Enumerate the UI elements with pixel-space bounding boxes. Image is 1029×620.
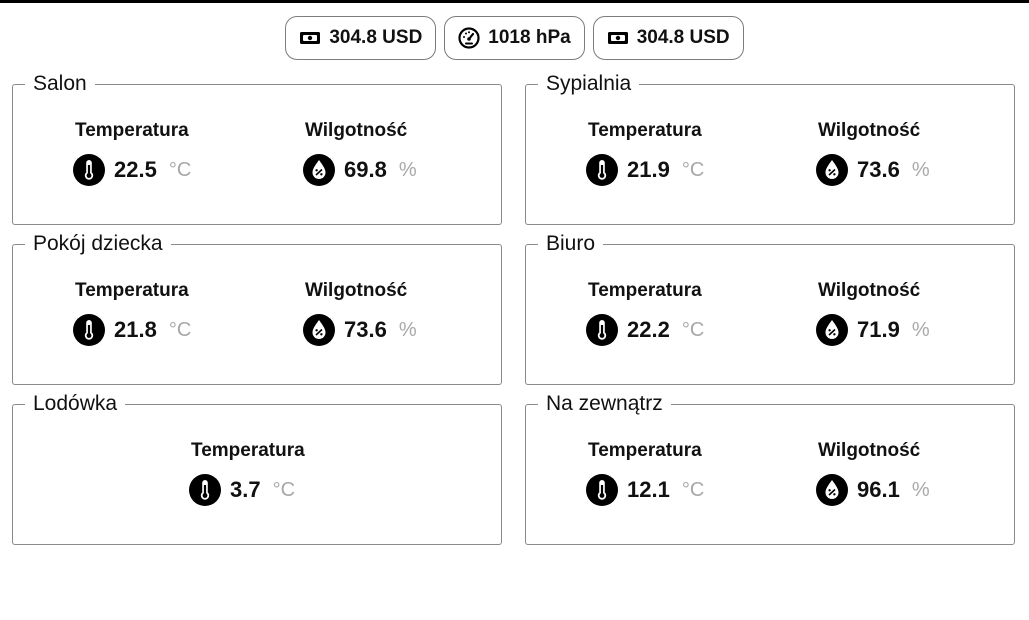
humidity-value: 96.1 [857, 477, 900, 502]
humidity-unit: % [911, 318, 930, 341]
thermometer-icon [585, 313, 619, 347]
temperature-label: Temperatura [191, 440, 305, 461]
temperature-metric: Temperatura 22.5 °C [72, 119, 192, 188]
room-card-pokoj-dziecka[interactable]: Pokój dziecka Temperatura 21.8 °C Wilgot… [12, 230, 502, 385]
currency-badge[interactable]: 304.8 USD [285, 16, 437, 60]
temperature-label: Temperatura [75, 120, 189, 141]
thermometer-icon [72, 313, 106, 347]
temperature-metric: Temperatura 21.8 °C [72, 279, 192, 348]
humidity-value: 69.8 [344, 157, 387, 182]
humidity-metric: Wilgotność 69.8 % [302, 119, 417, 188]
pressure-badge[interactable]: 1018 hPa [444, 16, 585, 60]
thermometer-icon [585, 153, 619, 187]
temperature-label: Temperatura [588, 280, 702, 301]
room-title: Lodówka [25, 390, 126, 418]
room-title: Na zewnątrz [538, 390, 671, 418]
top-border [0, 0, 1029, 3]
humidity-unit: % [398, 318, 417, 341]
temperature-metric: Temperatura 12.1 °C [585, 439, 705, 508]
humidity-metric: Wilgotność 71.9 % [815, 279, 930, 348]
humidity-label: Wilgotność [305, 120, 408, 141]
humidity-label: Wilgotność [818, 280, 921, 301]
temperature-label: Temperatura [588, 440, 702, 461]
temperature-value: 21.9 [627, 157, 670, 182]
currency-badge-2[interactable]: 304.8 USD [592, 16, 744, 60]
temperature-value: 22.2 [627, 317, 670, 342]
room-title: Pokój dziecka [25, 230, 171, 258]
thermometer-icon [585, 473, 619, 507]
temperature-metric: Temperatura 3.7 °C [188, 439, 305, 508]
temperature-label: Temperatura [75, 280, 189, 301]
thermometer-icon [72, 153, 106, 187]
temperature-unit: °C [681, 318, 705, 341]
room-title: Salon [25, 70, 95, 98]
temperature-unit: °C [168, 158, 192, 181]
currency-badge-2-value: 304.8 USD [636, 27, 730, 48]
gauge-icon [458, 27, 480, 49]
room-card-biuro[interactable]: Biuro Temperatura 22.2 °C Wilgotność 71.… [525, 230, 1015, 385]
temperature-value: 21.8 [114, 317, 157, 342]
temperature-unit: °C [168, 318, 192, 341]
temperature-value: 22.5 [114, 157, 157, 182]
temperature-metric: Temperatura 22.2 °C [585, 279, 705, 348]
humidity-value: 71.9 [857, 317, 900, 342]
temperature-value: 3.7 [230, 477, 261, 502]
temperature-label: Temperatura [588, 120, 702, 141]
cash-icon [607, 30, 629, 46]
temperature-value: 12.1 [627, 477, 670, 502]
humidity-metric: Wilgotność 73.6 % [815, 119, 930, 188]
temperature-unit: °C [681, 478, 705, 501]
humidity-drop-icon [815, 153, 849, 187]
temperature-metric: Temperatura 21.9 °C [585, 119, 705, 188]
humidity-unit: % [911, 478, 930, 501]
room-title: Biuro [538, 230, 604, 258]
room-title: Sypialnia [538, 70, 640, 98]
humidity-unit: % [398, 158, 417, 181]
humidity-label: Wilgotność [818, 440, 921, 461]
humidity-label: Wilgotność [305, 280, 408, 301]
humidity-metric: Wilgotność 73.6 % [302, 279, 417, 348]
room-card-salon[interactable]: Salon Temperatura 22.5 °C Wilgotność 69.… [12, 70, 502, 225]
humidity-label: Wilgotność [818, 120, 921, 141]
humidity-drop-icon [815, 473, 849, 507]
humidity-value: 73.6 [857, 157, 900, 182]
room-card-na-zewnatrz[interactable]: Na zewnątrz Temperatura 12.1 °C Wilgotno… [525, 390, 1015, 545]
currency-badge-value: 304.8 USD [329, 27, 423, 48]
humidity-drop-icon [302, 313, 336, 347]
cash-icon [299, 30, 321, 46]
humidity-drop-icon [302, 153, 336, 187]
temperature-unit: °C [681, 158, 705, 181]
humidity-drop-icon [815, 313, 849, 347]
humidity-unit: % [911, 158, 930, 181]
pressure-badge-value: 1018 hPa [488, 27, 571, 48]
header-badges: 304.8 USD 1018 hPa 304.8 USD [0, 16, 1029, 60]
room-card-lodowka[interactable]: Lodówka Temperatura 3.7 °C [12, 390, 502, 545]
temperature-unit: °C [272, 478, 296, 501]
room-card-sypialnia[interactable]: Sypialnia Temperatura 21.9 °C Wilgotność… [525, 70, 1015, 225]
humidity-metric: Wilgotność 96.1 % [815, 439, 930, 508]
humidity-value: 73.6 [344, 317, 387, 342]
thermometer-icon [188, 473, 222, 507]
